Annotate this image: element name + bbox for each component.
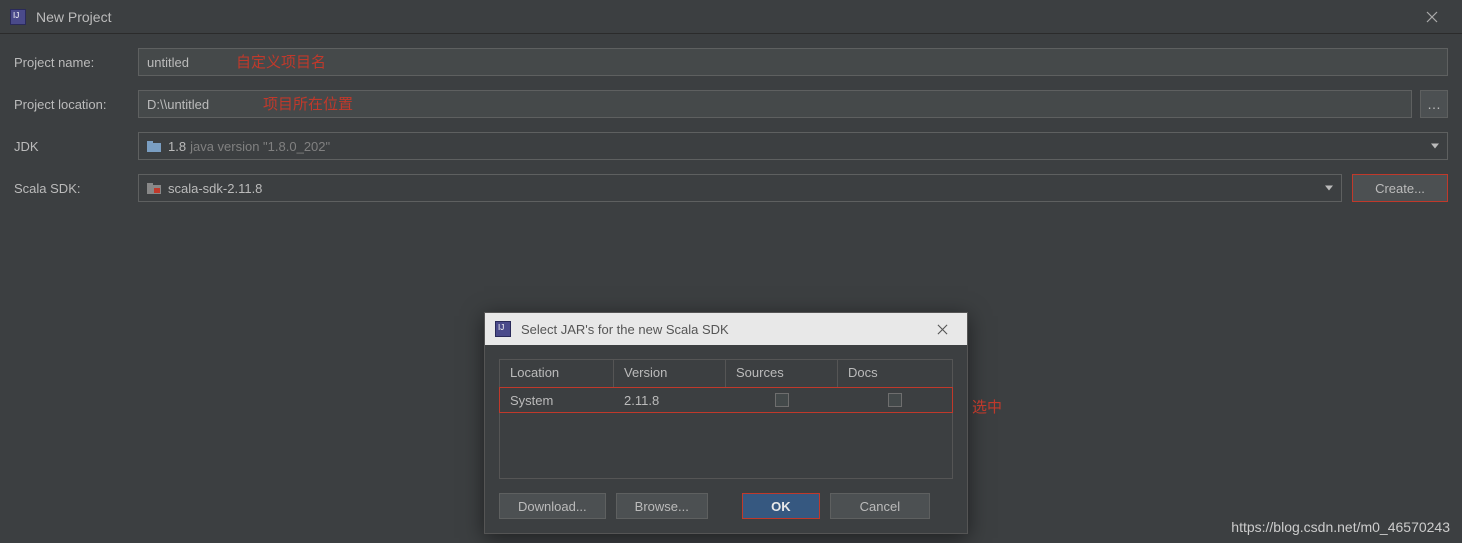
row-scala-sdk: Scala SDK: scala-sdk-2.11.8 Create...: [14, 174, 1448, 202]
jar-table: Location Version Sources Docs System 2.1…: [499, 359, 953, 479]
browse-location-button[interactable]: …: [1420, 90, 1448, 118]
row-project-location: Project location: … 项目所在位置: [14, 90, 1448, 118]
cancel-button[interactable]: Cancel: [830, 493, 930, 519]
form-area: Project name: 自定义项目名 Project location: ……: [0, 34, 1462, 202]
folder-icon: [147, 141, 161, 152]
dialog-titlebar: Select JAR's for the new Scala SDK: [485, 313, 967, 345]
chevron-down-icon: [1325, 186, 1333, 191]
dialog-buttons: Download... Browse... OK Cancel: [499, 493, 953, 519]
label-jdk: JDK: [14, 139, 138, 154]
dialog-body: Location Version Sources Docs System 2.1…: [485, 345, 967, 533]
create-sdk-button[interactable]: Create...: [1352, 174, 1448, 202]
th-version: Version: [614, 360, 726, 387]
dialog-close-button[interactable]: [927, 314, 957, 344]
docs-checkbox[interactable]: [888, 393, 902, 407]
label-project-name: Project name:: [14, 55, 138, 70]
dropdown-jdk[interactable]: 1.8 java version "1.8.0_202": [138, 132, 1448, 160]
label-scala-sdk: Scala SDK:: [14, 181, 138, 196]
annotation-selected: 选中: [972, 396, 1002, 417]
chevron-down-icon: [1431, 144, 1439, 149]
close-button[interactable]: [1412, 3, 1452, 31]
jdk-detail: java version "1.8.0_202": [190, 139, 330, 154]
scala-sdk-value: scala-sdk-2.11.8: [168, 181, 262, 196]
sources-checkbox[interactable]: [775, 393, 789, 407]
close-icon: [937, 324, 948, 335]
table-row[interactable]: System 2.11.8: [499, 387, 953, 413]
cell-docs: [838, 388, 952, 412]
label-project-location: Project location:: [14, 97, 138, 112]
th-location: Location: [500, 360, 614, 387]
th-sources: Sources: [726, 360, 838, 387]
input-project-location[interactable]: [138, 90, 1412, 118]
app-icon: [495, 321, 511, 337]
cell-version: 2.11.8: [614, 388, 726, 412]
close-icon: [1426, 11, 1438, 23]
dialog-title: Select JAR's for the new Scala SDK: [521, 322, 729, 337]
watermark: https://blog.csdn.net/m0_46570243: [1231, 519, 1450, 535]
app-icon: [10, 9, 26, 25]
row-project-name: Project name: 自定义项目名: [14, 48, 1448, 76]
browse-button[interactable]: Browse...: [616, 493, 708, 519]
download-button[interactable]: Download...: [499, 493, 606, 519]
ok-button[interactable]: OK: [742, 493, 820, 519]
folder-icon: [147, 183, 161, 194]
dialog-select-jars: Select JAR's for the new Scala SDK Locat…: [484, 312, 968, 534]
cell-location: System: [500, 388, 614, 412]
row-jdk: JDK 1.8 java version "1.8.0_202": [14, 132, 1448, 160]
titlebar: New Project: [0, 0, 1462, 34]
jdk-version: 1.8: [168, 139, 186, 154]
cell-sources: [726, 388, 838, 412]
window-title: New Project: [36, 9, 111, 25]
th-docs: Docs: [838, 360, 952, 387]
table-header: Location Version Sources Docs: [500, 360, 952, 388]
input-project-name[interactable]: [138, 48, 1448, 76]
dropdown-scala-sdk[interactable]: scala-sdk-2.11.8: [138, 174, 1342, 202]
